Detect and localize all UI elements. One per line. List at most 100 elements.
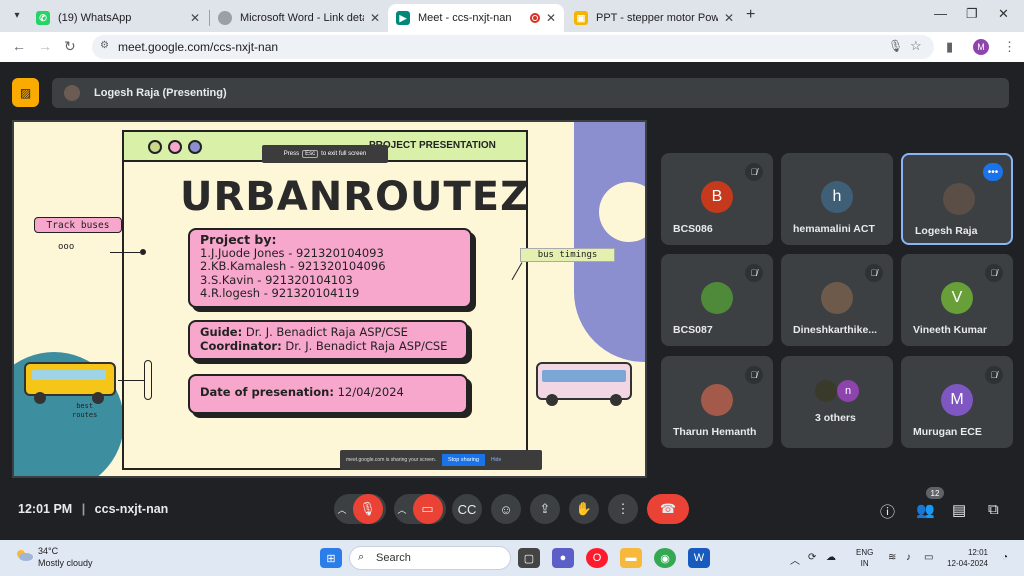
end-call-button[interactable]: ☎ [647,494,689,524]
others-tile[interactable]: n 3 others [781,356,893,448]
bookmark-star-icon[interactable]: ☆ [910,38,922,54]
participant-name: Dineshkarthike... [793,324,878,336]
stop-sharing-button[interactable]: Stop sharing [442,454,485,466]
share-text: meet.google.com is sharing your screen. [346,457,437,463]
hide-button[interactable]: Hide [491,457,501,463]
more-options-icon[interactable]: ••• [983,163,1003,181]
microphone-icon[interactable]: 🎙 [888,39,903,53]
clock-date: 12-04-2024 [947,559,988,568]
present-screen-icon[interactable]: ⇪ [530,494,560,524]
bus-wheel [546,394,558,406]
participant-tile[interactable]: 🎙̸ M Murugan ECE [901,356,1013,448]
participant-name: Murugan ECE [913,426,982,438]
shared-slide: PROJECT PRESENTATION Press Esc to exit f… [12,120,647,478]
participant-tile[interactable]: ••• Logesh Raja [901,153,1013,245]
mic-off-icon[interactable]: 🎙 [352,494,383,524]
chrome-icon[interactable]: ◉ [654,548,676,568]
volume-icon[interactable]: ♪ [906,552,911,563]
chevron-up-icon[interactable]: ︿ [790,552,800,567]
side-panel-icon[interactable]: ▮ [946,39,953,55]
word-icon[interactable]: W [688,548,710,568]
forward-icon[interactable]: → [38,38,52,54]
address-bar[interactable]: ⚙ meet.google.com/ccs-nxjt-nan 🎙 ☆ [92,35,934,59]
chat-icon[interactable]: ▤ [952,501,966,519]
opera-icon[interactable]: O [586,548,608,568]
cloud-icon[interactable]: ☁ [826,552,836,563]
web-icon [218,11,232,25]
taskbar-search[interactable]: ⌕ Search [349,546,511,570]
people-icon[interactable]: 👥 [916,501,935,519]
date-box: Date of presenation: 12/04/2024 [188,374,468,414]
tab-whatsapp[interactable]: ✆ (19) WhatsApp ✕ [28,4,208,32]
site-info-icon[interactable]: ⚙ [100,40,114,54]
system-clock[interactable]: 12:01 12-04-2024 [944,547,988,569]
menu-icon[interactable]: ⋮ [1003,39,1016,55]
captions-icon[interactable]: CC [452,494,482,524]
best-routes-line: best [76,402,94,410]
chevron-up-icon[interactable]: ︿ [397,503,406,516]
close-tab-icon[interactable]: ✕ [546,11,556,25]
close-tab-icon[interactable]: ✕ [190,11,200,25]
guide-label: Guide: [200,325,243,339]
connector-dot [140,249,146,255]
new-tab-icon[interactable]: + [746,6,755,24]
avatar-photo [701,384,733,416]
participant-tile[interactable]: h hemamalini ACT [781,153,893,245]
meeting-code: ccs-nxjt-nan [94,502,169,516]
meeting-time: 12:01 PM [18,502,73,516]
avatar: M [941,384,973,416]
chevron-up-icon[interactable]: ︿ [337,503,346,516]
mic-off-icon: 🎙̸ [985,366,1003,384]
wifi-icon[interactable]: ≋ [888,552,896,563]
raise-hand-icon[interactable]: ✋ [569,494,599,524]
whatsapp-icon: ✆ [36,11,50,25]
participant-tile[interactable]: 🎙̸ B BCS086 [661,153,773,245]
member-line: 1.J.Juode Jones - 921320104093 [200,245,384,260]
tab-meet[interactable]: ▶ Meet - ccs-nxjt-nan ✕ [388,4,564,32]
reload-icon[interactable]: ↻ [64,38,76,55]
task-view-icon[interactable]: ▢ [518,548,540,568]
close-window-icon[interactable]: ✕ [998,6,1009,22]
member-line: 2.KB.Kamalesh - 921320104096 [200,259,386,273]
meeting-info-icon[interactable]: ⓘ [880,501,895,522]
activities-icon[interactable]: ⧉ [988,501,999,518]
minimize-icon[interactable]: — [934,6,947,21]
participant-tile[interactable]: 🎙̸ Dineshkarthike... [781,254,893,346]
window-dot [168,140,182,154]
close-tab-icon[interactable]: ✕ [724,11,734,25]
tab-label: PPT - stepper motor PowerPoint [596,12,718,24]
guide-box: Guide: Dr. J. Benadict Raja ASP/CSE Coor… [188,320,468,360]
connector-line [110,252,140,253]
file-explorer-icon[interactable]: ▬ [620,548,642,568]
more-options-icon[interactable]: ⋮ [608,494,638,524]
presenting-icon[interactable]: ▨ [12,78,39,107]
bus-wheel [610,394,622,406]
participant-tile[interactable]: 🎙̸ Tharun Hemanth [661,356,773,448]
window-dot [188,140,202,154]
language-indicator[interactable]: ENG IN [856,547,873,569]
maximize-icon[interactable]: ❐ [966,6,978,22]
emoji-icon[interactable]: ☺ [491,494,521,524]
mic-control[interactable]: ︿ 🎙 [334,494,386,524]
battery-icon[interactable]: ▭ [924,552,933,563]
decor-blob [574,122,645,362]
camera-off-icon[interactable]: ▭ [412,494,443,524]
network-icon[interactable]: ⟳ [808,552,816,563]
profile-avatar[interactable]: M [973,39,989,55]
track-buses-tag: Track buses [34,217,122,233]
project-heading: Project by: [200,232,277,247]
recording-icon [529,13,540,23]
tab-word[interactable]: Microsoft Word - Link details fo ✕ [210,4,388,32]
participant-tile[interactable]: 🎙̸ V Vineeth Kumar [901,254,1013,346]
notification-icon[interactable]: ◔ [1002,552,1008,563]
tab-search-icon[interactable]: ▾ [8,6,26,24]
camera-control[interactable]: ︿ ▭ [394,494,446,524]
participant-tile[interactable]: 🎙̸ BCS087 [661,254,773,346]
chat-app-icon[interactable]: ● [552,548,574,568]
tab-ppt[interactable]: ▣ PPT - stepper motor PowerPoint ✕ [566,4,742,32]
bracket-shape [144,360,152,400]
close-tab-icon[interactable]: ✕ [370,11,380,25]
back-icon[interactable]: ← [12,38,26,54]
url-text: meet.google.com/ccs-nxjt-nan [118,40,279,54]
windows-start-icon[interactable]: ⊞ [320,548,342,568]
